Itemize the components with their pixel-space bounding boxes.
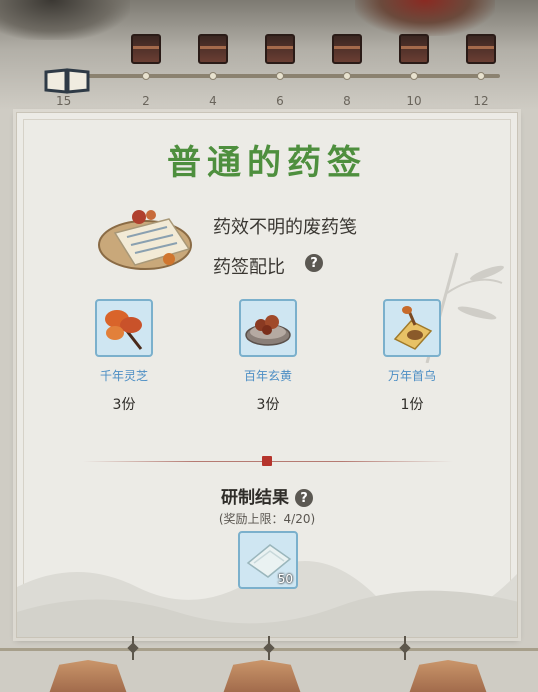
milestone-label: 2 — [142, 94, 150, 108]
ingredient-slot[interactable]: 千年灵芝 3份 — [64, 299, 184, 414]
medicine-paper-icon — [98, 210, 192, 270]
chest-icon — [131, 34, 161, 64]
ingredient-frame — [95, 299, 153, 357]
help-icon[interactable]: ? — [305, 254, 323, 272]
milestone-node — [410, 72, 418, 80]
milestone-chest[interactable] — [399, 34, 429, 80]
milestone-label: 6 — [276, 94, 284, 108]
ingredient-quantity: 3份 — [256, 397, 280, 413]
ingredient-name: 百年玄黄 — [243, 369, 292, 383]
reward-slot[interactable]: 50 — [238, 531, 298, 589]
ingredient-frame — [239, 299, 297, 357]
lingzhi-icon — [105, 310, 143, 350]
seal-icon — [262, 456, 272, 466]
chest-icon — [466, 34, 496, 64]
character-art-left — [0, 0, 130, 40]
milestone-chest[interactable] — [131, 34, 161, 80]
result-title-text: 研制结果 — [221, 488, 289, 508]
bottom-tag — [409, 660, 487, 692]
result-section-title: 研制结果? — [17, 483, 517, 508]
reward-count: 50 — [277, 572, 293, 586]
chest-icon — [332, 34, 362, 64]
ingredient-slot[interactable]: 百年玄黄 3份 — [208, 299, 328, 414]
chest-icon — [198, 34, 228, 64]
pin-icon — [264, 636, 274, 660]
help-icon[interactable]: ? — [295, 489, 313, 507]
ingredient-quantity: 3份 — [112, 397, 136, 413]
recipe-panel: 普通的药签 药效不明的废药笺 药签配比 ? 千年灵芝 3份 百年玄黄 3份 万年… — [16, 112, 518, 638]
recipe-title: 普通的药签 — [167, 143, 367, 183]
xuanhuang-icon — [245, 315, 291, 346]
progress-start-label: 15 — [56, 94, 72, 108]
milestone-chest[interactable] — [198, 34, 228, 80]
pin-icon — [400, 636, 410, 660]
milestone-label: 4 — [209, 94, 217, 108]
ingredient-frame — [383, 299, 441, 357]
milestone-chest[interactable] — [466, 34, 496, 80]
pin-icon — [128, 636, 138, 660]
milestone-label: 8 — [343, 94, 351, 108]
ingredient-name: 万年首乌 — [387, 369, 436, 383]
milestone-chest[interactable] — [265, 34, 295, 80]
progress-track — [70, 74, 500, 78]
milestone-node — [276, 72, 284, 80]
item-description: 药效不明的废药笺 — [213, 217, 357, 238]
reward-limit: (奖励上限：4/20) — [218, 512, 316, 526]
shouwu-icon — [393, 306, 433, 350]
milestone-chest[interactable] — [332, 34, 362, 80]
milestone-node — [343, 72, 351, 80]
ingredient-slot[interactable]: 万年首乌 1份 — [352, 299, 472, 414]
bottom-tag — [49, 660, 127, 692]
character-art-right — [355, 0, 495, 36]
ingredient-quantity: 1份 — [400, 397, 424, 413]
chest-icon — [399, 34, 429, 64]
chest-icon — [265, 34, 295, 64]
ingredient-name: 千年灵芝 — [99, 369, 148, 383]
milestone-node — [142, 72, 150, 80]
milestone-node — [209, 72, 217, 80]
milestone-label: 12 — [473, 94, 489, 108]
milestone-node — [477, 72, 485, 80]
book-icon[interactable] — [42, 66, 92, 94]
milestone-label: 10 — [406, 94, 422, 108]
bottom-tag — [223, 660, 301, 692]
ratio-label: 药签配比 — [213, 257, 285, 278]
